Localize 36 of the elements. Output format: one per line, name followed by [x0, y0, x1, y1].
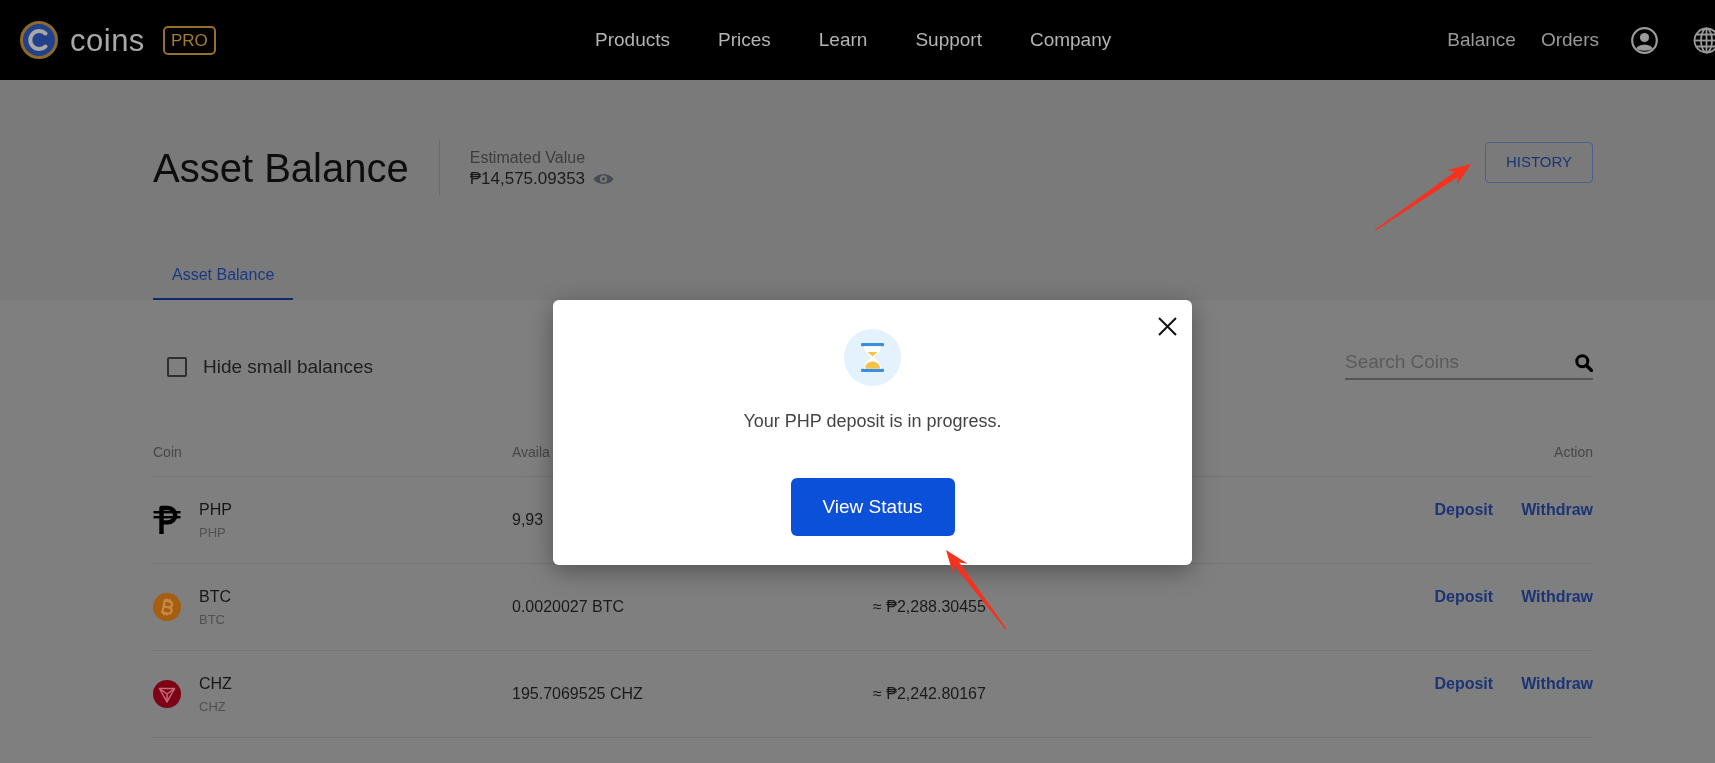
dialog-message: Your PHP deposit is in progress. — [743, 410, 1002, 432]
nav-link[interactable]: Prices — [718, 25, 771, 55]
available-balance: 0.0020027 BTC — [512, 598, 625, 615]
page-title: Asset Balance — [153, 147, 409, 188]
column-header: Action — [1554, 444, 1593, 460]
user-account-icon[interactable] — [1631, 26, 1658, 54]
coin-name: CHZ — [199, 673, 232, 694]
nav-link[interactable]: Products — [595, 25, 670, 55]
globe-icon[interactable] — [1693, 26, 1715, 54]
estimated-value-label: Estimated Value — [469, 148, 587, 168]
hide-small-balances-checkbox[interactable] — [167, 357, 187, 377]
available-balance: 9,93 — [512, 511, 544, 528]
nav-link[interactable]: Orders — [1540, 25, 1599, 55]
converted-value: ≈ ₱2,288.30455 — [873, 598, 986, 615]
logo-text[interactable]: coins — [70, 24, 145, 56]
estimated-value: ₱14,575.09353 — [469, 168, 586, 190]
nav-link[interactable]: Support — [915, 25, 982, 55]
column-header: Availa — [512, 444, 550, 460]
nav-link[interactable]: Company — [1029, 25, 1112, 55]
hourglass-icon — [844, 329, 901, 386]
nav-link[interactable]: Balance — [1447, 25, 1516, 55]
coin-logo-icon[interactable] — [20, 21, 58, 59]
triangle-coin-icon — [153, 680, 181, 708]
peso-sign-icon — [153, 505, 181, 535]
coin-name: BTC — [199, 586, 231, 607]
search-icon[interactable] — [1575, 354, 1593, 372]
pro-badge: PRO — [162, 25, 216, 55]
close-icon[interactable] — [1158, 317, 1177, 336]
checkbox-label: Hide small balances — [203, 354, 374, 379]
bitcoin-icon — [153, 593, 181, 621]
view-status-button[interactable]: View Status — [790, 478, 955, 536]
coin-name: PHP — [199, 499, 232, 520]
available-balance: 195.7069525 CHZ — [512, 685, 643, 702]
nav-link[interactable]: Learn — [818, 25, 868, 55]
converted-value: ≈ ₱2,242.80167 — [873, 685, 986, 702]
column-header: Coin — [153, 444, 182, 460]
